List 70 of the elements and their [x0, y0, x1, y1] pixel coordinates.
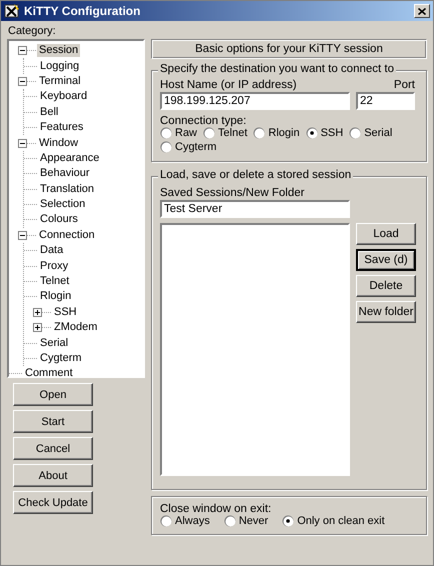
tree-item[interactable]: Translation — [38, 182, 96, 196]
group-title: Specify the destination you want to connect to — [158, 63, 396, 75]
radio-label: Raw — [175, 127, 198, 139]
field-label: Connection type: — [160, 115, 248, 127]
tree-item[interactable]: ZModem — [52, 321, 100, 334]
radio-label: Always — [175, 515, 210, 527]
radio-label: Only on clean exit — [297, 515, 385, 527]
field-label: Port — [394, 79, 415, 91]
collapse-icon[interactable] — [18, 138, 27, 148]
action-button[interactable]: Start — [13, 410, 93, 433]
expand-icon[interactable] — [33, 323, 42, 332]
radio-button[interactable] — [160, 127, 172, 139]
group-title: Load, save or delete a stored session — [158, 169, 354, 181]
close-button[interactable] — [414, 4, 430, 18]
expand-icon[interactable] — [33, 308, 42, 317]
tree-item[interactable]: Bell — [38, 106, 60, 119]
tree-item[interactable]: Window — [37, 136, 80, 150]
session-button[interactable]: Load — [356, 223, 416, 245]
tree-item[interactable]: Serial — [38, 336, 70, 350]
tree-item[interactable]: Rlogin — [38, 290, 74, 304]
tree-item[interactable]: Connection — [37, 228, 97, 242]
action-button[interactable]: Check Update — [13, 491, 93, 514]
radio-button[interactable] — [203, 127, 216, 139]
radio-button[interactable] — [306, 127, 318, 139]
radio-label: Telnet — [218, 127, 248, 139]
radio-button[interactable] — [253, 127, 266, 139]
tree-item[interactable]: Colours — [38, 213, 80, 226]
field-label: Close window on exit: — [160, 503, 272, 515]
tree-item[interactable]: SSH — [52, 306, 79, 319]
radio-label: Cygterm — [175, 141, 217, 153]
input-field[interactable]: 198.199.125.207 — [160, 92, 350, 110]
tree-item[interactable]: Logging — [38, 60, 82, 73]
field-label: Saved Sessions/New Folder — [160, 187, 306, 199]
session-button[interactable]: Save (d) — [356, 249, 416, 271]
category-label: Category: — [8, 25, 57, 39]
tree-item[interactable]: Terminal — [37, 74, 83, 88]
action-button[interactable]: Cancel — [13, 437, 93, 460]
radio-label: Rlogin — [268, 127, 300, 139]
section-header: Basic options for your KiTTY session — [151, 39, 427, 59]
tree-item[interactable]: Features — [38, 121, 86, 134]
tree-item[interactable]: Appearance — [38, 152, 102, 165]
window-title: KiTTY Configuration — [24, 4, 142, 18]
radio-button[interactable] — [349, 127, 362, 139]
tree-item[interactable]: Cygterm — [38, 352, 84, 365]
input-field[interactable]: 22 — [356, 92, 415, 110]
tree-item[interactable]: Telnet — [38, 275, 72, 288]
tree-item[interactable]: Keyboard — [38, 90, 90, 104]
collapse-icon[interactable] — [18, 46, 27, 56]
session-button[interactable]: Delete — [356, 275, 416, 297]
field-label: Host Name (or IP address) — [160, 79, 297, 91]
close-icon — [418, 8, 426, 14]
tree-item[interactable]: Session — [37, 44, 80, 58]
radio-label: Serial — [364, 127, 392, 139]
action-button[interactable]: Open — [13, 383, 93, 406]
radio-label: SSH — [320, 127, 344, 139]
radio-label: Never — [238, 515, 268, 527]
radio-button[interactable] — [160, 515, 172, 527]
tree-item[interactable]: Proxy — [38, 260, 70, 273]
radio-button[interactable] — [224, 515, 236, 527]
action-button[interactable]: About — [13, 464, 93, 487]
tree-item[interactable]: Comment — [23, 367, 75, 380]
collapse-icon[interactable] — [18, 76, 27, 86]
tree-item[interactable]: Data — [38, 244, 66, 258]
collapse-icon[interactable] — [18, 230, 27, 240]
radio-button[interactable] — [160, 141, 172, 153]
radio-button[interactable] — [282, 515, 294, 527]
tree-item[interactable]: Selection — [38, 198, 88, 212]
tree-item[interactable]: Behaviour — [38, 167, 92, 180]
input-field[interactable]: Test Server — [160, 200, 350, 218]
session-button[interactable]: New folder — [356, 301, 416, 323]
